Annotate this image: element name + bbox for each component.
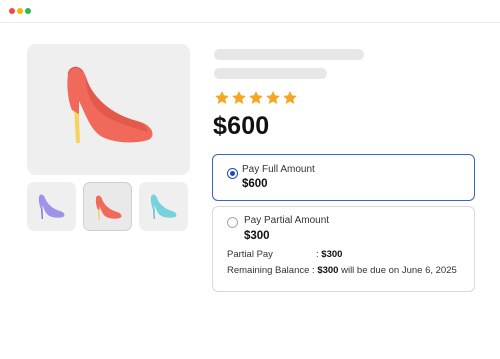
partial-pay-value: $300 — [321, 249, 343, 260]
pay-partial-label: Pay Partial Amount — [244, 215, 330, 226]
remaining-balance-label: Remaining Balance — [227, 265, 310, 276]
product-title-placeholder — [214, 49, 364, 60]
partial-pay-value-row: : $300 — [316, 249, 342, 260]
star-icon — [266, 91, 280, 104]
high-heel-shoe-icon — [95, 195, 122, 220]
star-icon — [283, 91, 297, 104]
product-thumbnail-red[interactable] — [83, 182, 132, 231]
remaining-balance-row: Remaining Balance : $300 will be due on … — [227, 265, 457, 276]
product-main-image — [27, 44, 190, 175]
remaining-balance-value: $300 — [317, 265, 339, 276]
product-price: $600 — [213, 112, 270, 140]
star-icon — [215, 91, 229, 104]
partial-pay-label: Partial Pay — [227, 249, 273, 260]
pay-partial-amount-option[interactable]: Pay Partial Amount $300 Partial Pay : $3… — [212, 206, 475, 292]
pay-full-amount-option[interactable]: Pay Full Amount $600 — [212, 154, 475, 201]
star-icon — [249, 91, 263, 104]
product-thumbnail-teal[interactable] — [139, 182, 188, 231]
high-heel-shoe-icon — [67, 66, 153, 143]
partial-pay-row: Partial Pay — [227, 249, 273, 260]
product-thumbnail-purple[interactable] — [27, 182, 76, 231]
high-heel-shoe-icon — [150, 194, 177, 219]
pay-full-label: Pay Full Amount — [242, 164, 315, 175]
window-minimize-button[interactable] — [17, 8, 23, 14]
pay-partial-amount: $300 — [244, 230, 270, 242]
window-maximize-button[interactable] — [25, 8, 31, 14]
star-icon — [232, 91, 246, 104]
window-close-button[interactable] — [9, 8, 15, 14]
high-heel-shoe-icon — [38, 194, 65, 219]
product-subtitle-placeholder — [214, 68, 327, 79]
remaining-balance-note: will be due on June 6, 2025 — [338, 265, 457, 276]
pay-partial-radio[interactable] — [227, 217, 238, 228]
pay-full-radio[interactable] — [228, 169, 237, 178]
window-title-bar — [0, 0, 500, 23]
pay-full-amount: $600 — [242, 178, 268, 190]
